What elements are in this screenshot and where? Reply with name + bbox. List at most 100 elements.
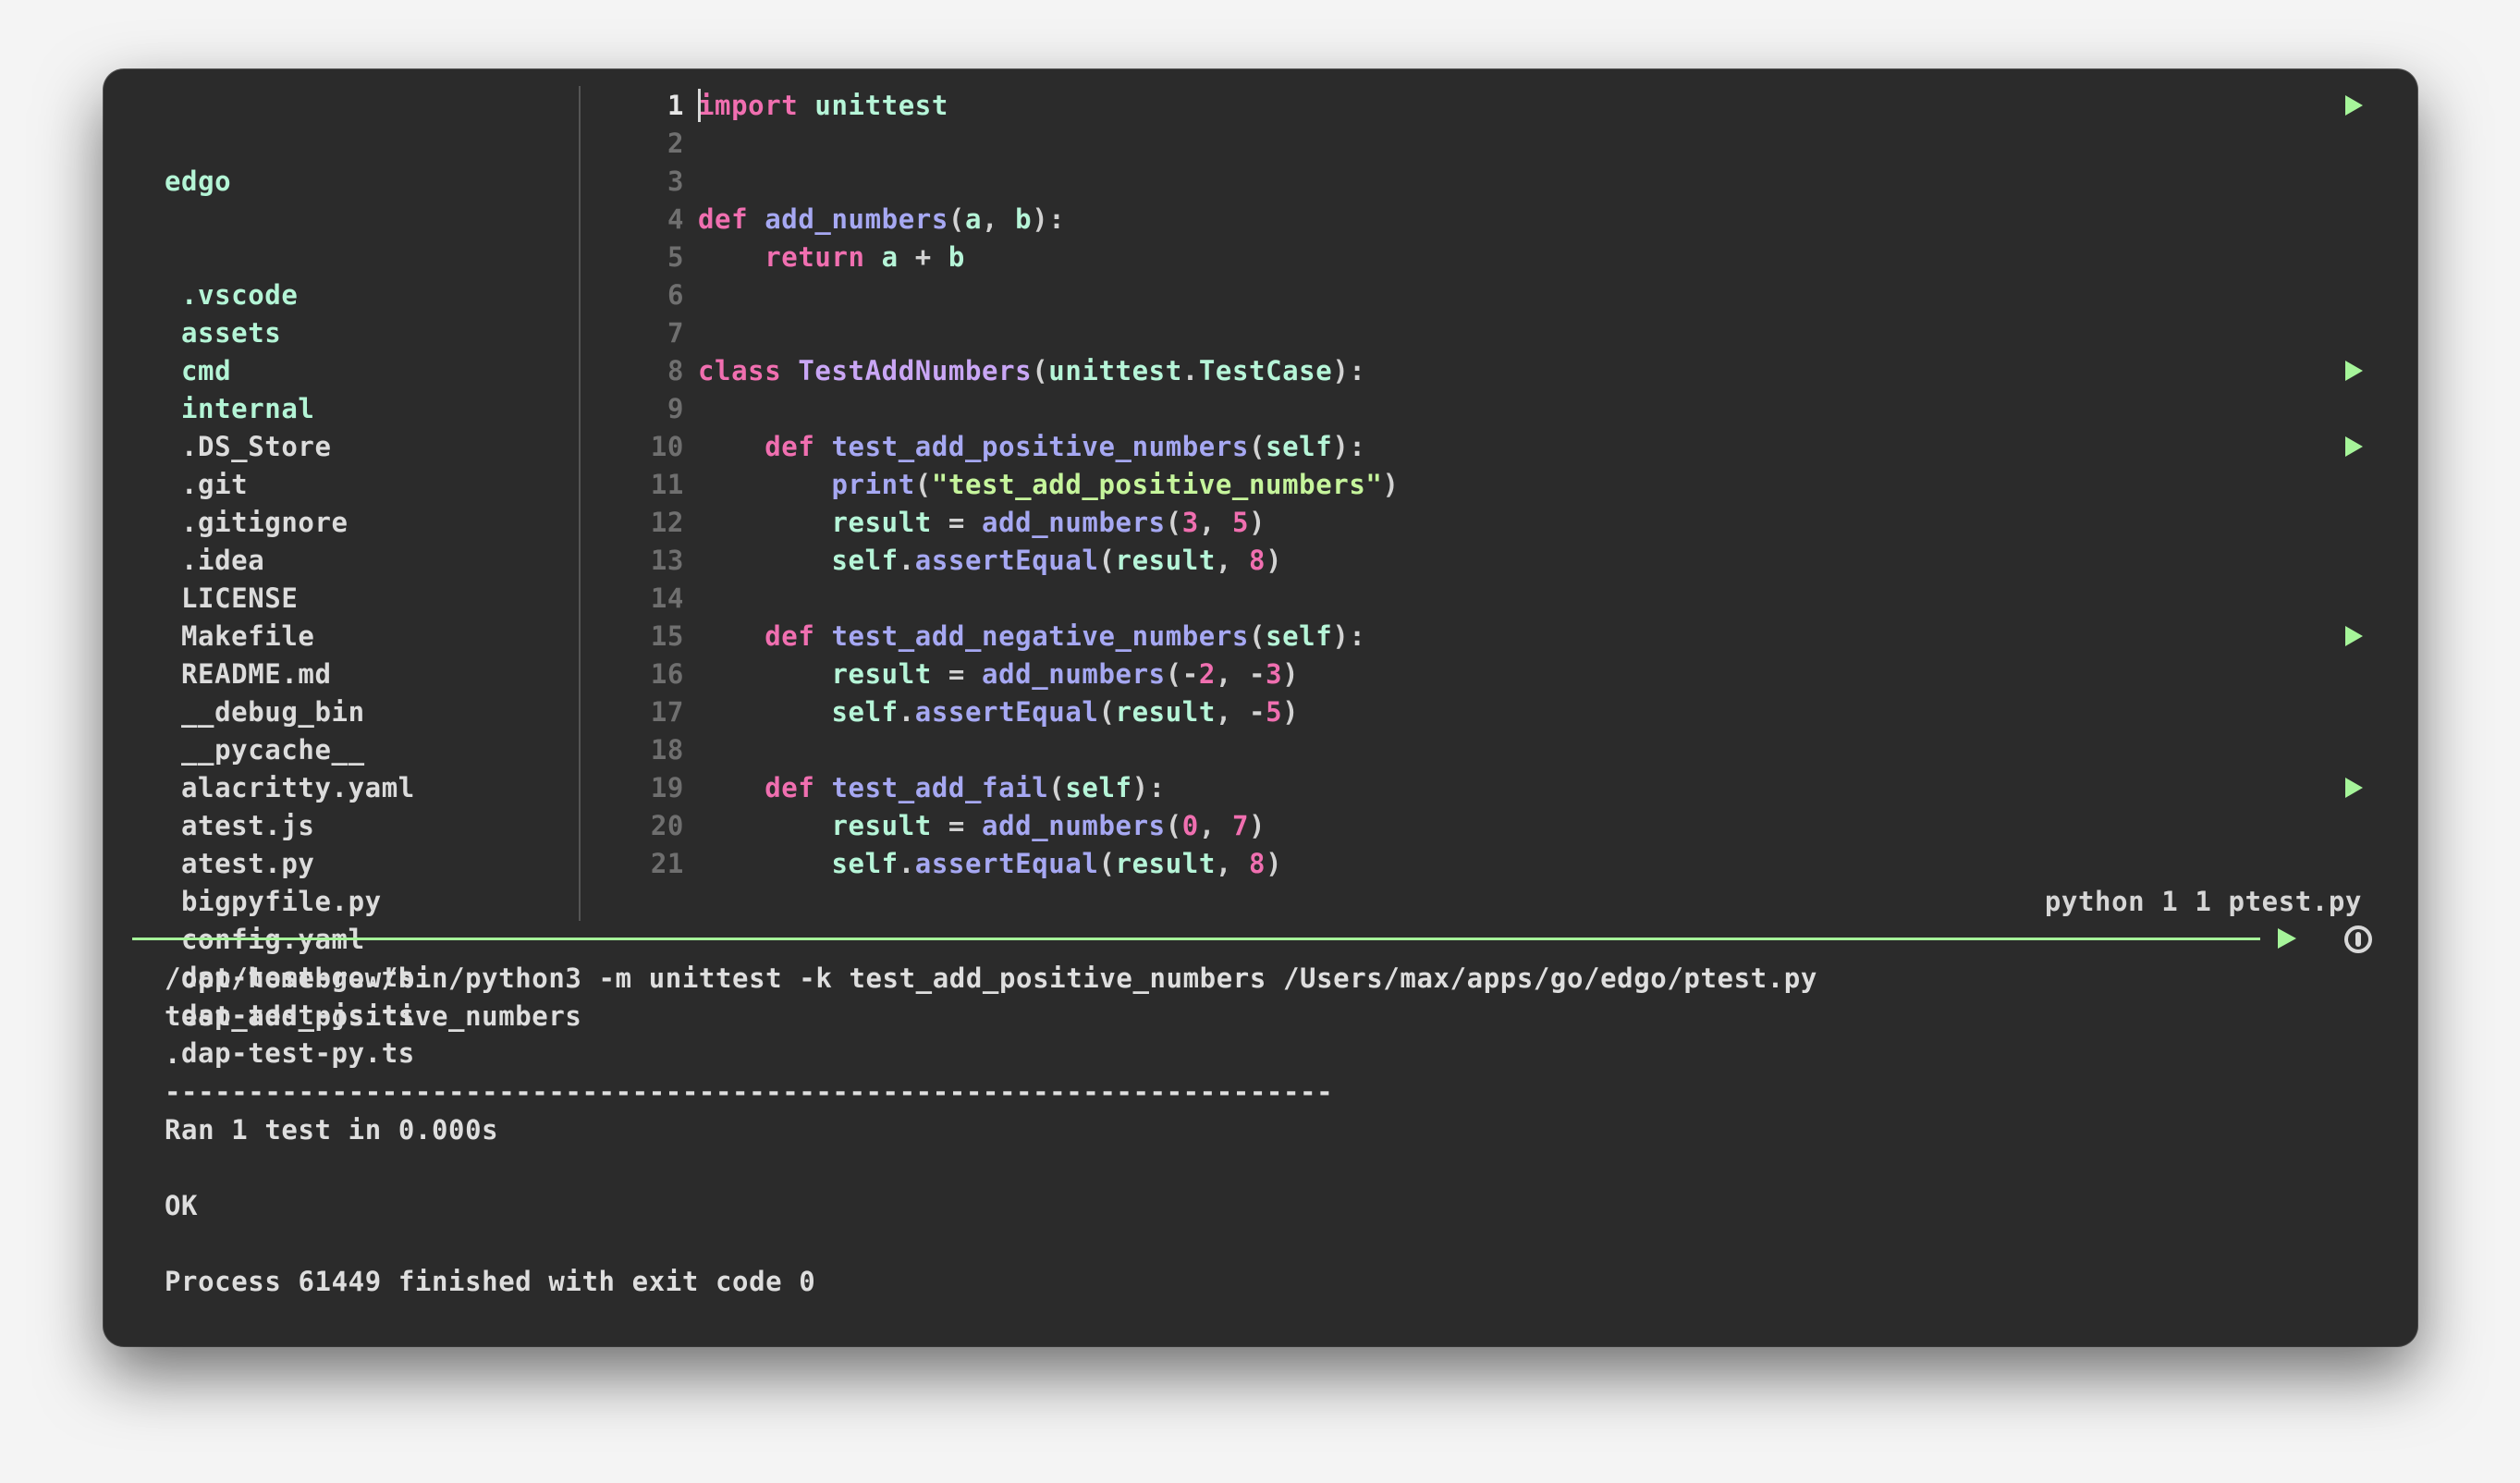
code-line[interactable]: return a + b [698,239,2316,276]
run-test-play-icon[interactable] [2345,436,2363,457]
code-line[interactable]: print("test_add_positive_numbers") [698,466,2316,504]
punctuation-token: , [1198,507,1232,538]
terminal-output: /opt/homebrew/bin/python3 -m unittest -k… [165,960,1817,1301]
code-line[interactable]: self.assertEqual(result, -5) [698,693,2316,731]
code-line[interactable]: self.assertEqual(result, 8) [698,542,2316,580]
punctuation-token [698,507,831,538]
punctuation-token: , [1198,810,1232,841]
punctuation-token: , [1215,545,1249,576]
identifier-token: self [831,848,899,879]
identifier-token: result [1115,696,1216,728]
editor-window: edgo .vscode assets cmd internal .DS_Store .g… [104,69,2417,1346]
file-tree-folder[interactable]: cmd [165,352,571,390]
line-number: 20 [650,810,684,841]
code-editor[interactable]: import unittest def add_numbers(a, b): re… [698,87,2316,883]
punctuation-token [698,696,831,728]
panel-divider[interactable] [132,938,2260,940]
line-number: 15 [650,620,684,652]
play-icon[interactable] [2278,928,2296,949]
code-line[interactable]: def add_numbers(a, b): [698,201,2316,239]
file-tree-file[interactable]: .git [165,466,571,504]
punctuation-token: ( [914,469,932,500]
file-tree-root[interactable]: edgo [165,163,571,201]
punctuation-token: ( [1098,696,1116,728]
function-token: add_numbers [982,507,1166,538]
line-number: 7 [667,317,684,349]
function-token: test_add_negative_numbers [831,620,1249,652]
run-test-play-icon[interactable] [2345,95,2363,116]
file-tree-file[interactable]: alacritty.yaml [165,769,571,807]
punctuation-token: = [931,507,983,538]
file-tree-file[interactable]: LICENSE [165,580,571,618]
code-line[interactable] [698,390,2316,428]
code-line[interactable]: def test_add_fail(self): [698,769,2316,807]
terminal-line: test_add_positive_numbers [165,1000,582,1032]
code-line[interactable]: result = add_numbers(-2, -3) [698,656,2316,693]
power-icon[interactable] [2344,925,2372,953]
terminal-line: ----------------------------------------… [165,1076,1334,1108]
code-line[interactable]: def test_add_positive_numbers(self): [698,428,2316,466]
file-tree-folder[interactable]: internal [165,390,571,428]
file-tree-file[interactable]: Makefile [165,618,571,656]
code-line[interactable]: def test_add_negative_numbers(self): [698,618,2316,656]
line-number: 21 [650,848,684,879]
code-line[interactable] [698,580,2316,618]
file-tree-folder[interactable]: .vscode [165,276,571,314]
code-line[interactable]: class TestAddNumbers(unittest.TestCase): [698,352,2316,390]
file-tree-file[interactable]: .idea [165,542,571,580]
line-number: 12 [650,507,684,538]
run-test-play-icon[interactable] [2345,361,2363,381]
identifier-token: self [831,545,899,576]
line-number: 9 [667,393,684,424]
file-tree-file[interactable]: bigpyfile.py [165,883,571,921]
code-line[interactable] [698,731,2316,769]
code-line[interactable] [698,163,2316,201]
number-token: 8 [1249,848,1266,879]
code-line[interactable]: result = add_numbers(0, 7) [698,807,2316,845]
run-test-play-icon[interactable] [2345,778,2363,798]
identifier-token: a [881,241,899,273]
text-cursor [698,89,701,122]
file-tree-file[interactable]: atest.js [165,807,571,845]
string-token: "test_add_positive_numbers" [931,469,1383,500]
run-test-play-icon[interactable] [2345,626,2363,646]
file-tree-file[interactable]: .DS_Store [165,428,571,466]
line-number: 13 [650,545,684,576]
punctuation-token [814,620,831,652]
identifier-token: unittest [814,90,948,121]
identifier-token: result [1115,545,1216,576]
file-tree-file[interactable]: __pycache__ [165,731,571,769]
sidebar-divider[interactable] [579,86,581,921]
punctuation-token: . [1181,355,1199,386]
number-token: 3 [1181,507,1199,538]
punctuation-token: . [898,848,915,879]
punctuation-token: ( [1165,507,1182,538]
file-tree-file[interactable]: __debug_bin [165,693,571,731]
line-number: 16 [650,658,684,690]
line-number: 2 [667,128,684,159]
identifier-token: b [1015,203,1033,235]
file-tree-file[interactable]: README.md [165,656,571,693]
identifier-token: self [1065,772,1132,803]
punctuation-token [698,545,831,576]
punctuation-token: ( [948,203,965,235]
number-token: 2 [1198,658,1216,690]
punctuation-token: ) [1266,545,1283,576]
code-line[interactable] [698,314,2316,352]
punctuation-token: , - [1215,696,1266,728]
punctuation-token [698,431,765,462]
file-tree-file[interactable]: .gitignore [165,504,571,542]
punctuation-token: . [898,545,915,576]
file-tree-folder[interactable]: assets [165,314,571,352]
punctuation-token: ) [1282,658,1300,690]
code-line[interactable]: import unittest [698,87,2316,125]
code-line[interactable] [698,276,2316,314]
code-line[interactable]: self.assertEqual(result, 8) [698,845,2316,883]
punctuation-token: . [898,696,915,728]
identifier-token: self [1266,620,1333,652]
file-tree-file[interactable]: atest.py [165,845,571,883]
code-line[interactable]: result = add_numbers(3, 5) [698,504,2316,542]
punctuation-token [798,90,814,121]
function-token: test_add_positive_numbers [831,431,1249,462]
code-line[interactable] [698,125,2316,163]
